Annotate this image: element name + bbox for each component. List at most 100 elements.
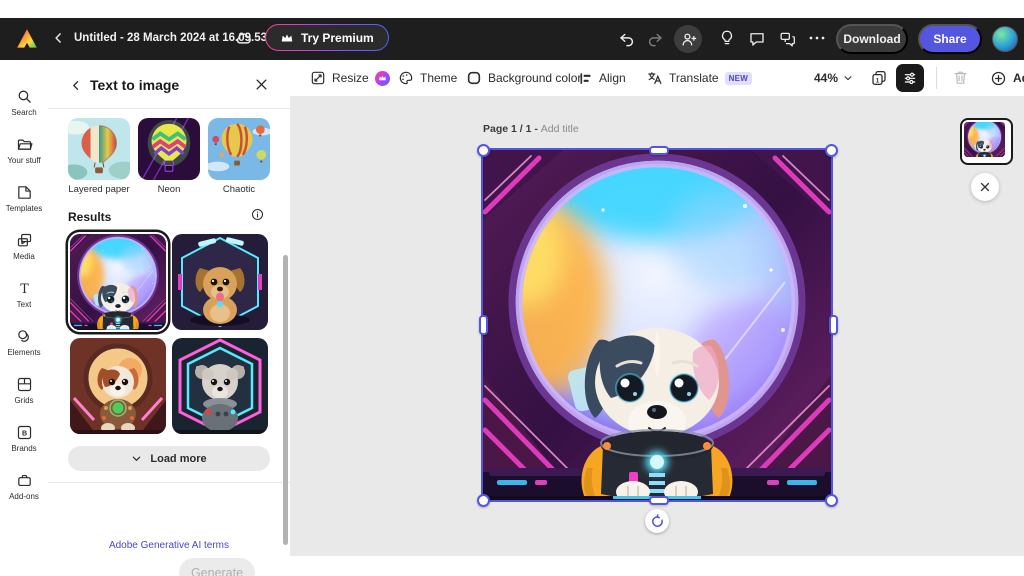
selection-handle-left[interactable]: [479, 315, 488, 335]
svg-text:B: B: [21, 429, 26, 437]
templates-icon: [16, 184, 33, 201]
svg-text:T: T: [20, 281, 29, 296]
sidebar-item-your-stuff[interactable]: Your stuff: [0, 126, 48, 174]
load-more-label: Load more: [150, 453, 206, 465]
align-button[interactable]: Align: [578, 60, 626, 96]
selection-handle-top-right[interactable]: [825, 144, 838, 157]
zoom-control[interactable]: 44%: [814, 60, 853, 96]
results-heading: Results: [68, 210, 111, 224]
adobe-express-logo[interactable]: [14, 26, 40, 52]
undo-icon[interactable]: [618, 30, 636, 48]
align-icon: [578, 71, 593, 86]
resize-icon: [310, 70, 326, 86]
sidebar-item-search[interactable]: Search: [0, 78, 48, 126]
background-color-icon: [466, 70, 482, 86]
panel-close-icon[interactable]: [254, 77, 269, 92]
try-premium-label: Try Premium: [301, 31, 374, 45]
more-options-icon[interactable]: [808, 35, 826, 41]
grids-icon: [16, 376, 33, 393]
info-icon[interactable]: [250, 207, 265, 222]
selection-handle-top[interactable]: [649, 146, 669, 155]
load-more-button[interactable]: Load more: [68, 446, 270, 471]
panel-scrollbar[interactable]: [283, 255, 288, 545]
layers-button[interactable]: [896, 64, 924, 92]
style-label: Chaotic: [208, 184, 270, 195]
translate-button[interactable]: Translate NEW: [646, 60, 752, 96]
style-option-chaotic[interactable]: [208, 118, 270, 180]
account-avatar[interactable]: [992, 26, 1018, 52]
context-toolbar: Resize Theme Background color Align Tran…: [290, 60, 1024, 96]
result-thumbnail-3[interactable]: [70, 338, 166, 434]
left-rail: Search Your stuff Templates Media T Text…: [0, 60, 49, 556]
style-label: Layered paper: [54, 184, 144, 195]
delete-icon: [952, 69, 969, 86]
style-option-neon[interactable]: [138, 118, 200, 180]
media-icon: [16, 232, 33, 249]
generate-button[interactable]: Generate: [179, 558, 255, 576]
theme-palette-icon: [398, 70, 414, 86]
topbar: Untitled - 28 March 2024 at 16.09.53 Try…: [0, 18, 1024, 60]
browser-top-strip: [0, 0, 1024, 19]
brands-icon: B: [16, 424, 33, 441]
feedback-bubbles-icon[interactable]: [778, 30, 797, 48]
zoom-level: 44%: [814, 71, 838, 85]
translate-icon: [646, 70, 663, 86]
adobe-express-app: Untitled - 28 March 2024 at 16.09.53 Try…: [0, 0, 1024, 576]
selection-handle-bottom-right[interactable]: [825, 494, 838, 507]
page-thumbnail[interactable]: [960, 118, 1013, 165]
add-plus-icon: [990, 70, 1007, 87]
add-ons-icon: [16, 472, 33, 489]
sidebar-item-grids[interactable]: Grids: [0, 366, 48, 414]
rotate-button[interactable]: [645, 509, 669, 533]
sidebar-item-text[interactable]: T Text: [0, 270, 48, 318]
text-to-image-panel: Text to image Layered paper Neon Chaotic…: [48, 60, 291, 556]
add-collaborator-button[interactable]: [674, 25, 702, 53]
pages-overview-icon[interactable]: 1: [870, 69, 888, 87]
download-button[interactable]: Download: [836, 24, 908, 54]
sidebar-item-add-ons[interactable]: Add-ons: [0, 462, 48, 510]
premium-crown-badge: [375, 71, 390, 86]
crown-icon: [280, 32, 294, 44]
theme-button[interactable]: Theme: [398, 60, 457, 96]
add-title-label[interactable]: Add title: [541, 123, 579, 135]
generated-image-puppy-astronaut[interactable]: [483, 150, 831, 500]
panel-title: Text to image: [90, 77, 179, 93]
back-chevron-icon[interactable]: [52, 31, 66, 45]
text-icon: T: [16, 280, 33, 297]
sidebar-item-templates[interactable]: Templates: [0, 174, 48, 222]
folder-icon: [16, 136, 33, 153]
result-thumbnail-1[interactable]: [70, 234, 166, 330]
sidebar-item-media[interactable]: Media: [0, 222, 48, 270]
add-button[interactable]: Add: [990, 60, 1024, 96]
result-thumbnail-2[interactable]: [172, 234, 268, 330]
deselect-close-button[interactable]: [971, 173, 999, 201]
try-premium-button[interactable]: Try Premium: [265, 24, 389, 51]
selection-handle-bottom-left[interactable]: [477, 494, 490, 507]
share-button[interactable]: Share: [918, 24, 982, 54]
sidebar-item-brands[interactable]: B Brands: [0, 414, 48, 462]
chevron-down-icon: [131, 453, 142, 464]
style-option-layered-paper[interactable]: [68, 118, 130, 180]
generate-label: Generate: [191, 566, 243, 576]
zoom-chevron-icon: [843, 73, 853, 83]
page-indicator[interactable]: Page 1 / 1 - Add title: [483, 123, 579, 135]
cloud-sync-icon[interactable]: [234, 29, 253, 48]
search-icon: [16, 88, 33, 105]
svg-text:1: 1: [876, 78, 880, 85]
redo-icon[interactable]: [646, 30, 664, 48]
resize-button[interactable]: Resize: [310, 60, 390, 96]
download-label: Download: [843, 32, 900, 46]
background-color-button[interactable]: Background color: [466, 60, 581, 96]
selection-handle-right[interactable]: [829, 315, 838, 335]
share-label: Share: [933, 32, 966, 46]
elements-icon: [16, 328, 33, 345]
selection-handle-top-left[interactable]: [477, 144, 490, 157]
new-badge: NEW: [725, 72, 753, 85]
panel-back-icon[interactable]: [70, 79, 83, 92]
sidebar-item-elements[interactable]: Elements: [0, 318, 48, 366]
lightbulb-icon[interactable]: [718, 29, 736, 47]
result-thumbnail-4[interactable]: [172, 338, 268, 434]
comment-icon[interactable]: [748, 30, 766, 48]
selection-handle-bottom[interactable]: [649, 496, 669, 505]
generative-ai-terms-link[interactable]: Adobe Generative AI terms: [48, 540, 290, 551]
